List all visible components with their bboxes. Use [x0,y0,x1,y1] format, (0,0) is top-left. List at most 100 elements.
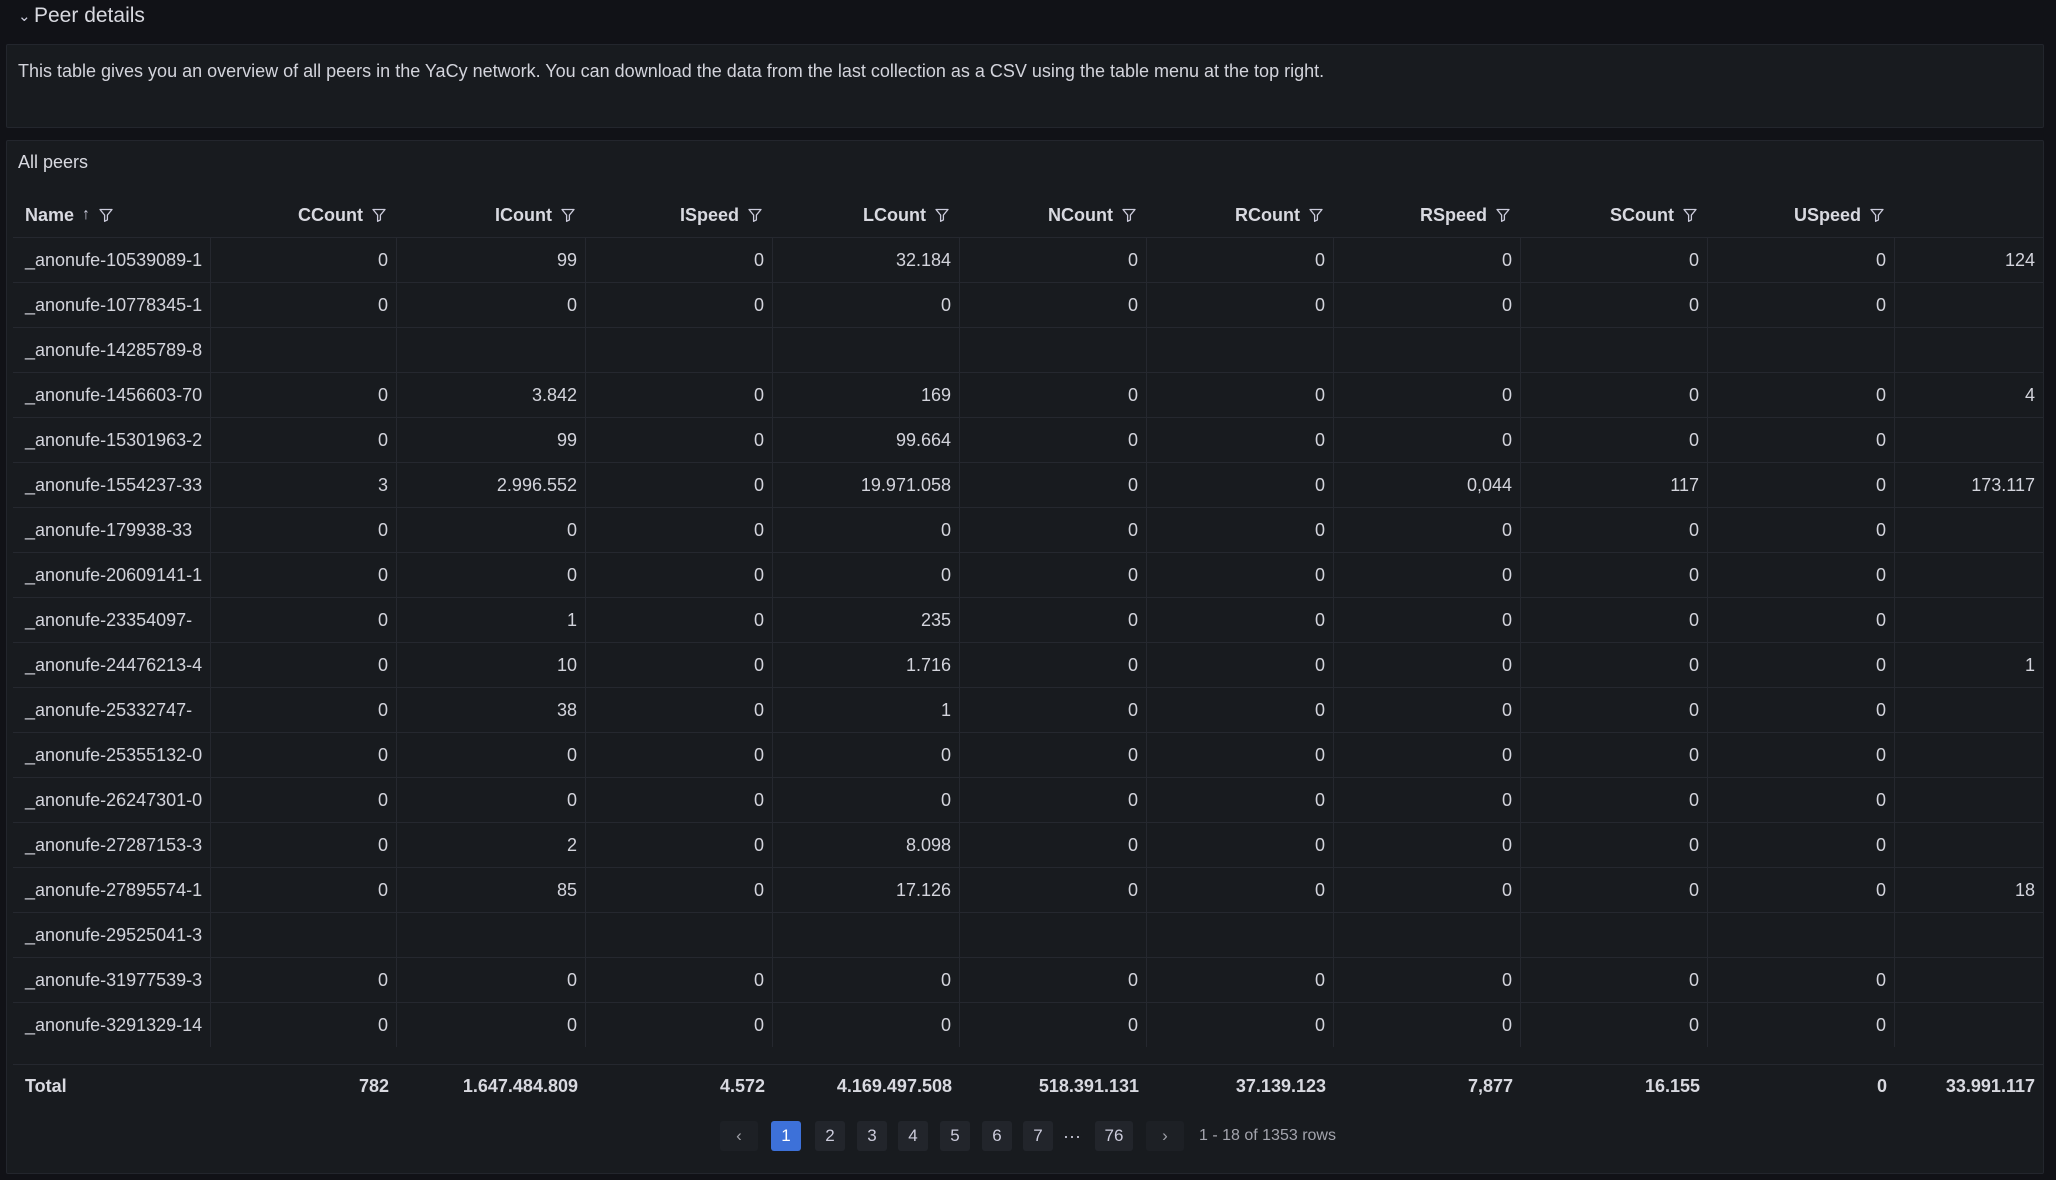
table-row[interactable]: _anonufe-15301963-2 0 99 0 99.664 0 0 0 0 0 [13,417,2043,462]
table-row[interactable]: _anonufe-3291329-14 0 0 0 0 0 0 0 0 0 [13,1002,2043,1047]
table-cell: 0 [399,778,586,822]
table-cell: 0 [960,868,1147,912]
filter-icon[interactable] [747,207,763,223]
column-header-label: RSpeed [1419,204,1487,225]
table-row[interactable]: _anonufe-23354097- 0 1 0 235 0 0 0 0 0 [13,597,2043,642]
table-cell: 235 [773,598,960,642]
peer-name-cell: _anonufe-10539089-1 [13,238,211,282]
table-row[interactable]: _anonufe-1554237-33 3 2.996.552 0 19.971.058… [13,462,2043,507]
peer-name-cell: _anonufe-24476213-4 [13,643,211,687]
filter-icon[interactable] [98,207,114,223]
table-cell: 0 [586,1003,773,1047]
column-header-lcount[interactable]: LCount [773,193,960,237]
page-button-last[interactable]: 76 [1095,1121,1133,1151]
table-cell: 0 [211,643,397,687]
column-header-ispeed[interactable]: ISpeed [586,193,773,237]
filter-icon[interactable] [1682,207,1698,223]
table-cell: 0,044 [1334,463,1521,507]
total-cell: 37.139.123 [1235,1075,1326,1096]
table-cell: 0 [399,1003,586,1047]
page-button-3[interactable]: 3 [857,1121,887,1151]
table-cell: 0 [1708,733,1895,777]
column-header-label: Name [25,204,75,225]
pagination: ‹ 1 2 3 4 5 6 7 ··· 76 › 1 - 18 of 1353 rows [7,1121,2045,1155]
total-cell: 4.572 [719,1075,765,1096]
filter-icon[interactable] [1121,207,1137,223]
peer-name-cell: _anonufe-1554237-33 [13,463,211,507]
filter-icon[interactable] [1495,207,1511,223]
table-cell: 0 [1521,778,1708,822]
sort-ascending-icon[interactable]: ↑ [82,206,90,224]
table-row[interactable]: _anonufe-14285789-8 [13,327,2043,372]
table-cell: 1 [399,598,586,642]
filter-icon[interactable] [1869,207,1885,223]
table-cell: 0 [1334,733,1521,777]
table-cell: 0 [960,238,1147,282]
table-row[interactable]: _anonufe-20609141-1 0 0 0 0 0 0 0 0 0 [13,552,2043,597]
table-row[interactable]: _anonufe-10778345-1 0 0 0 0 0 0 0 0 0 [13,282,2043,327]
table-cell: 0 [211,238,397,282]
page-button-7[interactable]: 7 [1023,1121,1053,1151]
row-header-peer-details[interactable]: ⌄ Peer details [0,0,2056,32]
table-cell: 0 [586,463,773,507]
page-button-6[interactable]: 6 [982,1121,1012,1151]
column-header-label: SCount [1610,204,1674,225]
table-cell: 0 [1521,733,1708,777]
filter-icon[interactable] [560,207,576,223]
column-header-uspeed[interactable]: USpeed [1708,193,1895,237]
table-row[interactable]: _anonufe-25355132-0 0 0 0 0 0 0 0 0 0 [13,732,2043,777]
next-page-button[interactable]: › [1146,1121,1184,1151]
table-row[interactable]: _anonufe-31977539-3 0 0 0 0 0 0 0 0 0 [13,957,2043,1002]
peer-name-cell: _anonufe-20609141-1 [13,553,211,597]
table-cell: 0 [960,778,1147,822]
table-cell: 1 [773,688,960,732]
table-cell: 2 [399,823,586,867]
column-header-rcount[interactable]: RCount [1147,193,1334,237]
previous-page-button[interactable]: ‹ [720,1121,758,1151]
table-row[interactable]: _anonufe-26247301-0 0 0 0 0 0 0 0 0 0 [13,777,2043,822]
page-button-2[interactable]: 2 [815,1121,845,1151]
all-peers-panel: All peers Name ↑ CCount ICount ISpeed LCount N… [6,140,2044,1174]
peer-name-cell: _anonufe-15301963-2 [13,418,211,462]
table-row[interactable]: _anonufe-25332747- 0 38 0 1 0 0 0 0 0 [13,687,2043,732]
peer-name-cell: _anonufe-10778345-1 [13,283,211,327]
column-header-scount[interactable]: SCount [1521,193,1708,237]
table-cell: 0 [773,553,960,597]
table-cell: 0 [1334,778,1521,822]
table-row[interactable]: _anonufe-29525041-3 [13,912,2043,957]
table-row[interactable]: _anonufe-10539089-1 0 99 0 32.184 0 0 0 0 0 124 [13,237,2043,282]
table-row[interactable]: _anonufe-24476213-4 0 10 0 1.716 0 0 0 0 0 1 [13,642,2043,687]
table-cell: 0 [1334,373,1521,417]
table-cell: 0 [1334,418,1521,462]
table-row[interactable]: _anonufe-27287153-3 0 2 0 8.098 0 0 0 0 0 [13,822,2043,867]
page-button-5[interactable]: 5 [940,1121,970,1151]
table-cell: 0 [1147,643,1334,687]
column-header-ncount[interactable]: NCount [960,193,1147,237]
table-cell: 0 [1708,958,1895,1002]
page-button-1[interactable]: 1 [771,1121,801,1151]
chevron-down-icon[interactable]: ⌄ [18,7,32,25]
filter-icon[interactable] [1308,207,1324,223]
row-title[interactable]: Peer details [34,4,145,28]
table-row[interactable]: _anonufe-179938-33 0 0 0 0 0 0 0 0 0 [13,507,2043,552]
table-row[interactable]: _anonufe-27895574-1 0 85 0 17.126 0 0 0 0 0 18 [13,867,2043,912]
table-row[interactable]: _anonufe-1456603-70 0 3.842 0 169 0 0 0 0 0 4 [13,372,2043,417]
filter-icon[interactable] [934,207,950,223]
table-cell: 0 [586,733,773,777]
table-cell: 0 [586,643,773,687]
table-cell: 0 [586,508,773,552]
column-header-rspeed[interactable]: RSpeed [1334,193,1521,237]
table-cell: 3.842 [399,373,586,417]
table-cell: 0 [586,418,773,462]
column-header-icount[interactable]: ICount [399,193,586,237]
column-header-name[interactable]: Name ↑ [13,193,211,237]
page-button-4[interactable]: 4 [898,1121,928,1151]
table-cell: 0 [773,733,960,777]
peer-name-cell: _anonufe-25332747- [13,688,211,732]
table-cell: 0 [1708,643,1895,687]
column-header-ccount[interactable]: CCount [211,193,397,237]
filter-icon[interactable] [371,207,387,223]
panel-title[interactable]: All peers [18,152,88,173]
table-cell: 124 [2004,249,2035,270]
table-cell: 1 [2024,654,2035,675]
